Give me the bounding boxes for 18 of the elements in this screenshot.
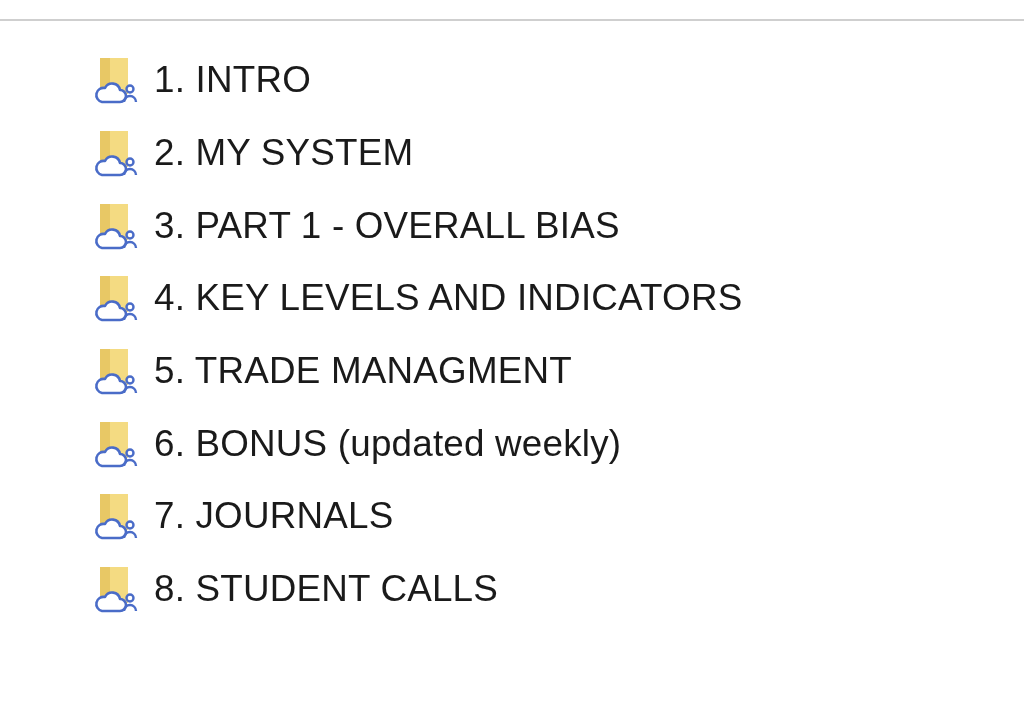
- folder-item[interactable]: 2. MY SYSTEM: [94, 116, 418, 190]
- folder-name: 2. MY SYSTEM: [154, 132, 414, 175]
- folder-item[interactable]: 5. TRADE MANAGMENT: [94, 334, 576, 408]
- folder-cloud-icon: [94, 421, 140, 470]
- folder-item[interactable]: 6. BONUS (updated weekly): [94, 407, 626, 481]
- folder-name: 3. PART 1 - OVERALL BIAS: [154, 204, 620, 247]
- folder-name: 6. BONUS (updated weekly): [154, 422, 622, 465]
- folder-item[interactable]: 7. JOURNALS: [94, 480, 398, 553]
- folder-item[interactable]: 3. PART 1 - OVERALL BIAS: [94, 189, 624, 263]
- folder-item[interactable]: 8. STUDENT CALLS: [94, 552, 503, 626]
- folder-name: 4. KEY LEVELS AND INDICATORS: [154, 277, 743, 320]
- folder-cloud-icon: [94, 203, 140, 252]
- folder-item[interactable]: 1. INTRO: [94, 44, 315, 117]
- folder-item[interactable]: 4. KEY LEVELS AND INDICATORS: [94, 262, 747, 335]
- folder-name: 5. TRADE MANAGMENT: [154, 350, 572, 393]
- folder-name: 1. INTRO: [154, 59, 311, 102]
- folder-name: 7. JOURNALS: [154, 495, 394, 538]
- folder-name: 8. STUDENT CALLS: [154, 568, 499, 611]
